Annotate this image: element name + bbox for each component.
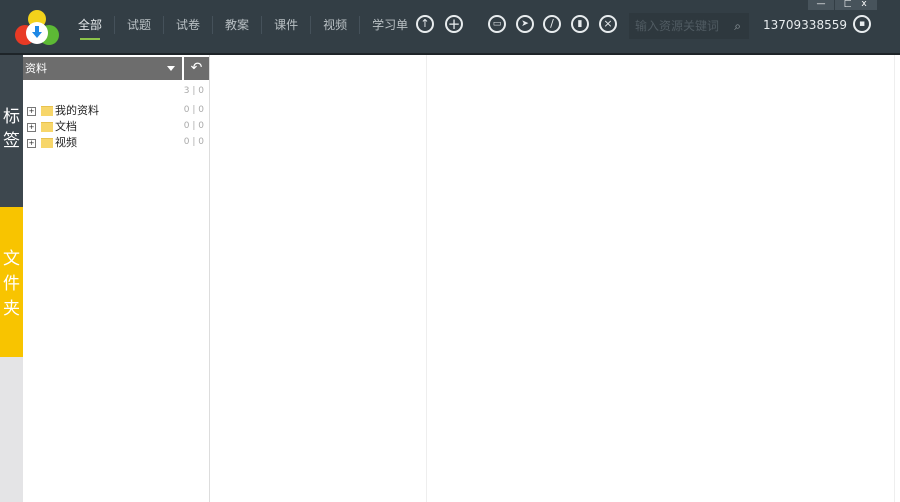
- resource-select[interactable]: 资料: [23, 57, 182, 80]
- folder-name: 我的资料: [55, 104, 99, 117]
- expand-icon[interactable]: +: [27, 106, 36, 116]
- tab-courseware[interactable]: 课件: [262, 16, 312, 34]
- search-input[interactable]: 输入资源关键词 ⌕: [629, 13, 749, 39]
- folder-count: 0 | 0: [183, 105, 204, 115]
- expand-icon[interactable]: +: [27, 122, 36, 132]
- tab-study-sheets[interactable]: 学习单: [360, 16, 420, 34]
- folder-count: 0 | 0: [183, 121, 204, 131]
- tab-lesson-plans[interactable]: 教案: [213, 16, 263, 34]
- tab-papers[interactable]: 试卷: [164, 16, 214, 34]
- close-button[interactable]: x: [851, 0, 877, 10]
- tab-tags[interactable]: 标签: [0, 55, 23, 207]
- close-tool-icon[interactable]: ×: [599, 15, 617, 33]
- folder-item[interactable]: + 视频: [27, 136, 77, 150]
- folder-count: 0 | 0: [183, 137, 204, 147]
- divider: [894, 55, 895, 502]
- chevron-down-icon: [167, 66, 175, 71]
- chat-icon[interactable]: ▪: [853, 15, 871, 33]
- minimize-button[interactable]: —: [808, 0, 834, 10]
- message-icon[interactable]: ▭: [488, 15, 506, 33]
- folder-name: 视频: [55, 136, 77, 149]
- back-button[interactable]: ↶: [184, 57, 209, 80]
- upload-icon[interactable]: ↑: [416, 15, 434, 33]
- tab-folders[interactable]: 文件夹: [0, 207, 23, 357]
- pen-icon[interactable]: /: [543, 15, 561, 33]
- tab-questions[interactable]: 试题: [115, 16, 165, 34]
- app-logo: [15, 10, 59, 45]
- total-count: 3 | 0: [183, 86, 204, 96]
- top-bar: 全部 试题 试卷 教案 课件 视频 学习单 ↑ + ▭ ➤ / ▮ × 输入资源…: [0, 0, 900, 55]
- expand-icon[interactable]: +: [27, 138, 36, 148]
- folder-icon: [41, 138, 53, 148]
- folder-icon: [41, 106, 53, 116]
- search-icon[interactable]: ⌕: [734, 13, 741, 39]
- folder-panel: 资料 ↶ 3 | 0 + 我的资料 0 | 0 + 文档 0 | 0 + 视频 0 |…: [23, 55, 210, 502]
- tab-videos[interactable]: 视频: [311, 16, 361, 34]
- search-placeholder: 输入资源关键词: [635, 19, 720, 33]
- tab-all[interactable]: 全部: [66, 16, 116, 40]
- add-icon[interactable]: +: [445, 15, 463, 33]
- folder-icon: [41, 122, 53, 132]
- user-phone[interactable]: 13709338559: [763, 18, 847, 32]
- cursor-icon[interactable]: ➤: [516, 15, 534, 33]
- folder-item[interactable]: + 文档: [27, 120, 77, 134]
- category-nav: 全部 试题 试卷 教案 课件 视频 学习单: [66, 16, 420, 40]
- folder-name: 文档: [55, 120, 77, 133]
- eraser-icon[interactable]: ▮: [571, 15, 589, 33]
- select-value: 资料: [25, 62, 47, 75]
- folder-item[interactable]: + 我的资料: [27, 104, 99, 118]
- divider: [426, 55, 427, 502]
